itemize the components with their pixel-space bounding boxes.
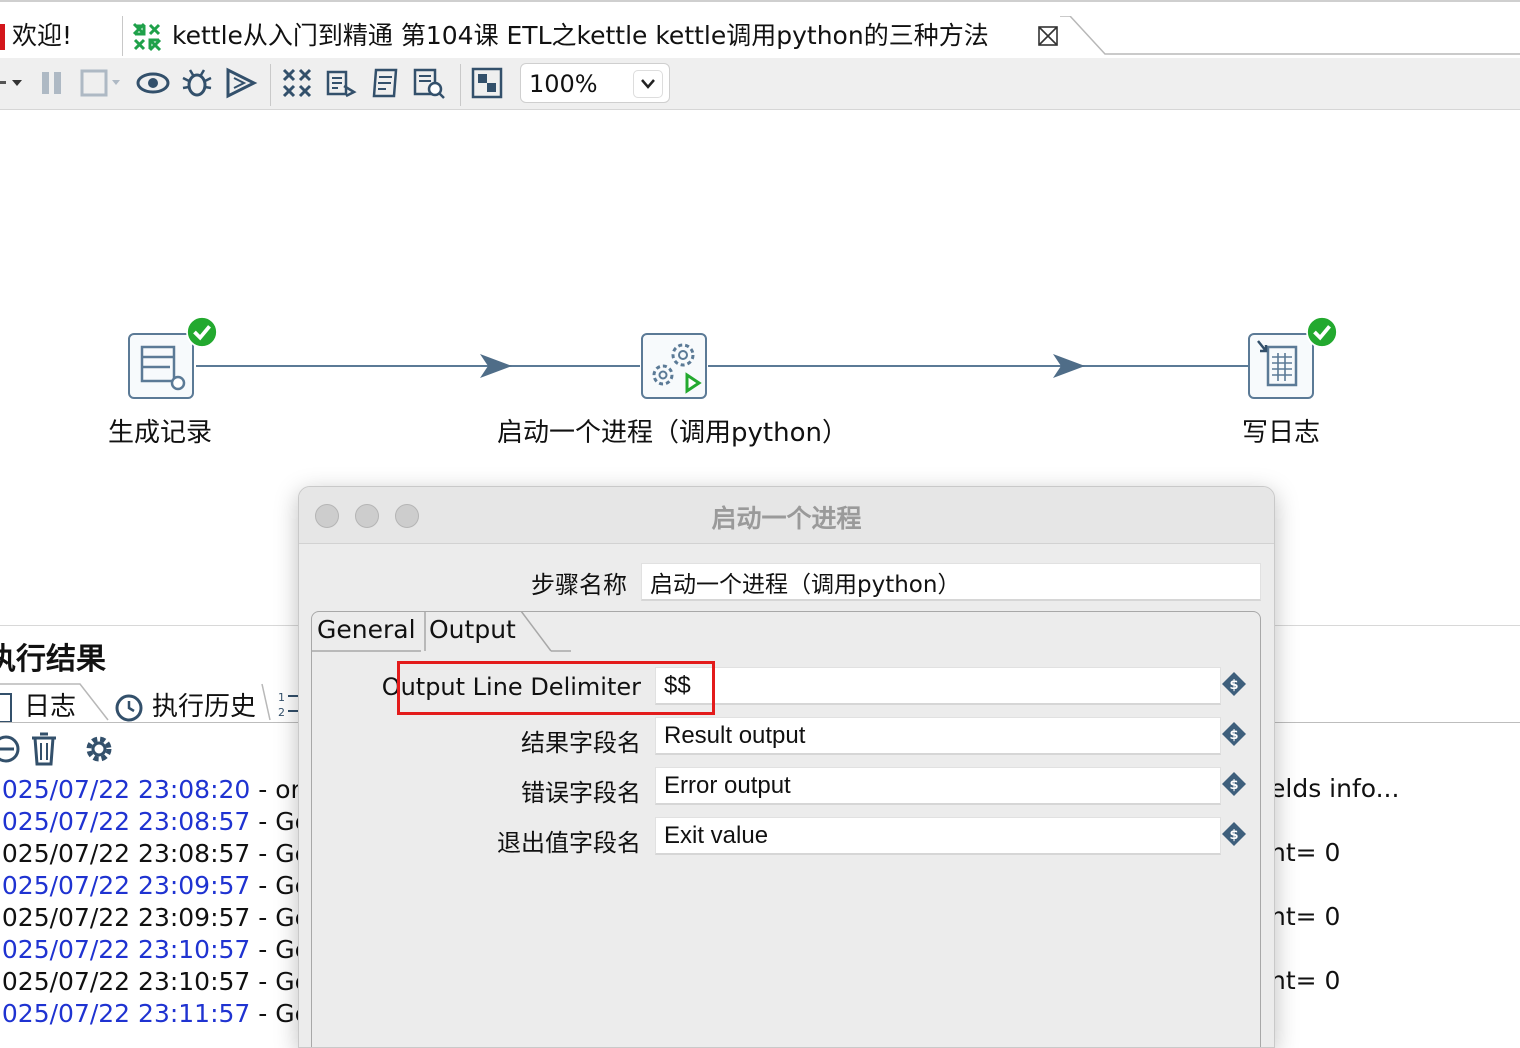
log-line: 2025/07/22 23:10:57 - Ger xyxy=(0,966,320,998)
stop-log-icon[interactable] xyxy=(0,732,24,766)
debug-icon[interactable] xyxy=(180,66,214,100)
toolbar-separator xyxy=(460,64,461,106)
log-line: 2025/07/22 23:08:57 - Ger xyxy=(0,838,320,870)
log-line: 2025/07/22 23:10:57 - Ger xyxy=(0,934,320,966)
step-name-input[interactable] xyxy=(641,563,1261,601)
preview-icon[interactable] xyxy=(136,66,170,100)
variable-icon[interactable]: $ xyxy=(1221,821,1247,847)
field-label: 退出值字段名 xyxy=(497,829,641,857)
step-label: 生成记录 xyxy=(108,418,213,448)
step-write-log[interactable] xyxy=(1248,333,1314,399)
verify-icon[interactable] xyxy=(280,66,314,100)
success-check-icon xyxy=(1306,316,1338,348)
step-label: 写日志 xyxy=(1242,418,1321,448)
transformation-icon xyxy=(132,22,162,52)
metrics-icon[interactable]: 1 2 xyxy=(276,688,300,720)
svg-text:$: $ xyxy=(1229,778,1238,793)
tab-general[interactable]: General xyxy=(317,615,416,644)
log-timestamp: 2025/07/22 23:11:57 xyxy=(0,999,251,1028)
generate-rows-icon xyxy=(140,345,186,391)
log-line-tail: nt= 0 xyxy=(1270,966,1341,995)
log-line-tail: nt= 0 xyxy=(1270,838,1341,867)
success-check-icon xyxy=(186,316,218,348)
svg-text:2: 2 xyxy=(278,706,285,719)
chevron-down-icon xyxy=(641,79,655,89)
trash-icon[interactable] xyxy=(28,732,60,766)
dialog-titlebar: 启动一个进程 xyxy=(299,487,1274,544)
variable-icon[interactable]: $ xyxy=(1221,721,1247,747)
explore-db-icon[interactable] xyxy=(412,66,446,100)
close-icon[interactable] xyxy=(1036,24,1060,48)
write-log-icon xyxy=(1257,340,1298,387)
variable-icon[interactable]: $ xyxy=(1221,771,1247,797)
toolbar: 100% xyxy=(0,58,1520,110)
log-line-tail: elds info... xyxy=(1270,774,1400,803)
log-line: 2025/07/22 23:09:57 - Ger xyxy=(0,902,320,934)
run-dropdown-icon[interactable] xyxy=(0,72,24,92)
field-input[interactable] xyxy=(655,767,1221,805)
replay-icon[interactable] xyxy=(224,66,258,100)
tab-welcome[interactable]: 欢迎! xyxy=(0,16,123,56)
highlight-box xyxy=(397,661,715,715)
log-timestamp: 2025/07/22 23:09:57 xyxy=(0,871,251,900)
process-step-dialog: 启动一个进程 步骤名称 General Output Output Line D… xyxy=(298,486,1275,1048)
log-timestamp: 2025/07/22 23:10:57 xyxy=(0,935,251,964)
field-label: 错误字段名 xyxy=(521,779,641,807)
tab-transformation[interactable]: kettle从入门到精通 第104课 ETL之kettle kettle调用py… xyxy=(126,16,1066,56)
zoom-fit-icon[interactable] xyxy=(470,66,504,100)
step-name-label: 步骤名称 xyxy=(531,571,627,599)
tab-log[interactable]: 日志 xyxy=(0,686,76,723)
svg-text:$: $ xyxy=(1229,828,1238,843)
field-input[interactable] xyxy=(655,667,1221,705)
impact-icon[interactable] xyxy=(324,66,358,100)
log-timestamp: 2025/07/22 23:08:20 xyxy=(0,775,251,804)
tab-welcome-label: 欢迎! xyxy=(12,21,73,50)
svg-text:$: $ xyxy=(1229,678,1238,693)
log-timestamp: 2025/07/22 23:09:57 xyxy=(0,903,251,932)
svg-text:1: 1 xyxy=(278,691,285,704)
process-icon xyxy=(652,343,702,394)
editor-tab-bar: 欢迎! kettle从入门到精通 第104课 ETL之kettle kettle… xyxy=(0,0,1520,58)
welcome-tab-marker xyxy=(0,24,5,50)
log-timestamp: 2025/07/22 23:10:57 xyxy=(0,967,251,996)
results-title: 执行结果 xyxy=(0,642,106,677)
log-line-tail: nt= 0 xyxy=(1270,902,1341,931)
step-label: 启动一个进程（调用python） xyxy=(497,418,848,448)
pause-icon[interactable] xyxy=(38,66,72,100)
log-line: 2025/07/22 23:09:57 - Ger xyxy=(0,870,320,902)
dialog-title: 启动一个进程 xyxy=(711,504,862,533)
field-label: 结果字段名 xyxy=(521,729,641,757)
tab-output[interactable]: Output xyxy=(429,615,516,644)
log-timestamp: 2025/07/22 23:08:57 xyxy=(0,807,251,836)
log-icon xyxy=(0,692,12,723)
stop-icon[interactable] xyxy=(78,66,126,100)
zoom-dropdown-button[interactable] xyxy=(633,70,663,98)
zoom-value: 100% xyxy=(529,70,598,98)
field-input[interactable] xyxy=(655,817,1221,855)
variable-icon[interactable]: $ xyxy=(1221,671,1247,697)
log-line: 2025/07/22 23:11:57 - Ger xyxy=(0,998,320,1030)
log-line: 2025/07/22 23:08:57 - Ger xyxy=(0,806,320,838)
clock-icon xyxy=(115,694,143,721)
step-generate-rows[interactable] xyxy=(128,333,194,399)
zoom-select[interactable]: 100% xyxy=(520,63,670,103)
tab-transformation-label: kettle从入门到精通 第104课 ETL之kettle kettle调用py… xyxy=(172,21,989,50)
toolbar-separator xyxy=(270,64,271,106)
field-input[interactable] xyxy=(655,717,1221,755)
settings-icon[interactable] xyxy=(82,732,116,766)
log-timestamp: 2025/07/22 23:08:57 xyxy=(0,839,251,868)
tab-edge xyxy=(1060,16,1520,55)
log-line: 2025/07/22 23:08:20 - org xyxy=(0,774,316,806)
tab-history[interactable]: 执行历史 xyxy=(114,686,256,723)
sql-icon[interactable] xyxy=(368,66,402,100)
svg-text:$: $ xyxy=(1229,728,1238,743)
step-process[interactable] xyxy=(641,333,707,399)
